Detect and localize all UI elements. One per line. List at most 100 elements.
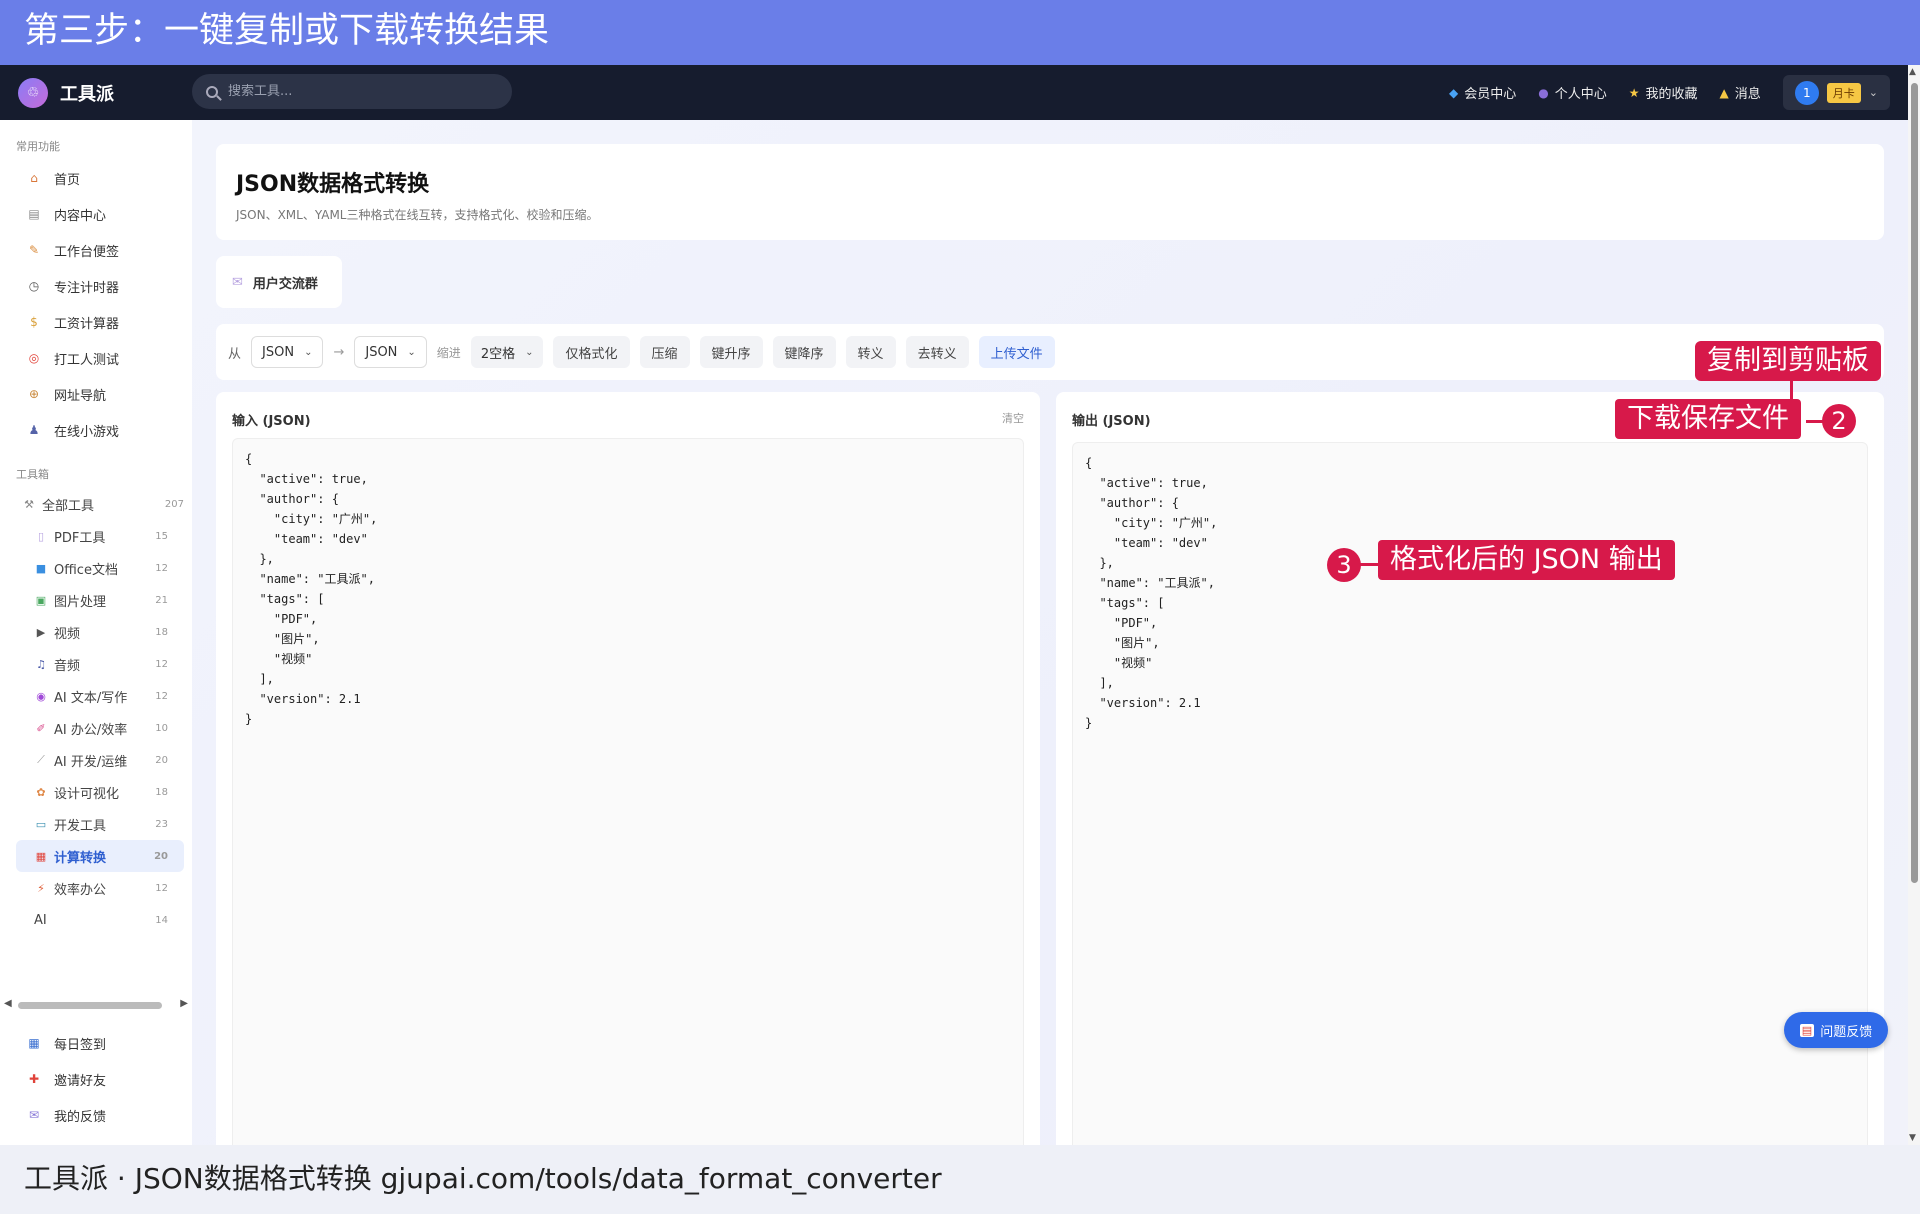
unescape-button[interactable]: 去转义 bbox=[905, 336, 969, 368]
sidebar-horizontal-scrollbar[interactable]: ◀ ▶ bbox=[4, 998, 188, 1012]
scroll-up-arrow-icon[interactable]: ▲ bbox=[1909, 67, 1916, 77]
to-format-select[interactable]: JSON ⌄ bbox=[354, 336, 427, 368]
avatar: 1 bbox=[1794, 80, 1819, 105]
vip-badge: 月卡 bbox=[1826, 82, 1861, 103]
sidebar-item-content[interactable]: ▤ 内容中心 bbox=[0, 196, 192, 232]
sidebar-item-all-tools[interactable]: ⚒ 全部工具 207 bbox=[0, 488, 192, 520]
sidebar-item-test[interactable]: ◎ 打工人测试 bbox=[0, 340, 192, 376]
chevron-down-icon: ⌄ bbox=[407, 346, 416, 358]
sidebar-item-ai-office[interactable]: ✐ AI 办公/效率 10 bbox=[0, 712, 192, 744]
search-box[interactable] bbox=[192, 74, 512, 109]
diamond-icon: ◆ bbox=[1449, 85, 1459, 100]
document-icon: ■ bbox=[35, 561, 47, 575]
scroll-right-arrow-icon[interactable]: ▶ bbox=[180, 998, 188, 1009]
sidebar-item-label: 首页 bbox=[54, 172, 81, 188]
sidebar-item-label: 内容中心 bbox=[54, 208, 107, 224]
tool-count: 18 bbox=[155, 626, 168, 638]
callout-number-3: 3 bbox=[1327, 548, 1361, 582]
upload-file-button[interactable]: 上传文件 bbox=[978, 336, 1055, 368]
gift-icon: ✚ bbox=[28, 1072, 40, 1086]
sidebar-item-timer[interactable]: ◷ 专注计时器 bbox=[0, 268, 192, 304]
user-group-button[interactable]: ✉ 用户交流群 bbox=[216, 256, 342, 308]
sidebar-item-label: 在线小游戏 bbox=[54, 424, 120, 440]
sidebar-item-video[interactable]: ▶ 视频 18 bbox=[0, 616, 192, 648]
sidebar-item-label: 专注计时器 bbox=[54, 280, 120, 296]
memo-icon: ▤ bbox=[1799, 1023, 1815, 1037]
speech-bubble-icon: ✉ bbox=[232, 274, 243, 290]
tool-count: 15 bbox=[155, 530, 168, 542]
search-input[interactable] bbox=[228, 84, 468, 99]
compress-button[interactable]: 压缩 bbox=[639, 336, 690, 368]
sidebar-item-pdf[interactable]: ▯ PDF工具 15 bbox=[0, 520, 192, 552]
robot-icon: ◉ bbox=[36, 689, 46, 703]
sidebar-item-audio[interactable]: ♫ 音频 12 bbox=[0, 648, 192, 680]
user-menu[interactable]: 1 月卡 ⌄ bbox=[1782, 75, 1890, 110]
format-only-button[interactable]: 仅格式化 bbox=[553, 336, 630, 368]
sidebar-item-checkin[interactable]: ▦ 每日签到 bbox=[0, 1025, 192, 1061]
indent-select[interactable]: 2空格 ⌄ bbox=[470, 336, 544, 368]
sidebar-item-salary[interactable]: $ 工资计算器 bbox=[0, 304, 192, 340]
sidebar-item-design[interactable]: ✿ 设计可视化 18 bbox=[0, 776, 192, 808]
tools-icon: ⚒ bbox=[24, 497, 34, 511]
sidebar: 常用功能 ⌂ 首页 ▤ 内容中心 ✎ 工作台便签 ◷ 专注计时器 $ 工资计算器 ◎ 打工人… bbox=[0, 120, 192, 1145]
scrollbar-thumb[interactable] bbox=[1911, 83, 1918, 883]
sidebar-group-common: 常用功能 bbox=[16, 140, 60, 153]
app-logo[interactable]: ♲ 工具派 bbox=[18, 77, 114, 108]
scrollbar-thumb[interactable] bbox=[18, 1002, 162, 1009]
chevron-down-icon: ⌄ bbox=[304, 346, 313, 358]
feedback-label: 问题反馈 bbox=[1820, 1024, 1873, 1040]
nav-favorites[interactable]: ★ 我的收藏 bbox=[1629, 83, 1698, 103]
nav-messages[interactable]: ▲ 消息 bbox=[1720, 83, 1761, 103]
sidebar-item-office[interactable]: ■ Office文档 12 bbox=[0, 552, 192, 584]
callout-download: 下载保存文件 bbox=[1615, 399, 1801, 440]
page-vertical-scrollbar[interactable]: ▲ ▼ bbox=[1908, 65, 1920, 1145]
indent-label: 缩进 bbox=[436, 345, 461, 360]
sidebar-item-ai[interactable]: AI 14 bbox=[0, 904, 192, 936]
gamepad-icon: ♟ bbox=[28, 423, 40, 437]
main-content: JSON数据格式转换 JSON、XML、YAML三种格式在线互转，支持格式化、校… bbox=[192, 120, 1910, 1145]
nav-favorites-label: 我的收藏 bbox=[1645, 87, 1698, 102]
sidebar-item-feedback[interactable]: ✉ 我的反馈 bbox=[0, 1097, 192, 1133]
from-format-select[interactable]: JSON ⌄ bbox=[251, 336, 324, 368]
sidebar-item-ai-dev[interactable]: ⟋ AI 开发/运维 20 bbox=[0, 744, 192, 776]
sidebar-item-ai-writing[interactable]: ◉ AI 文本/写作 12 bbox=[0, 680, 192, 712]
sidebar-item-home[interactable]: ⌂ 首页 bbox=[0, 160, 192, 196]
sidebar-item-games[interactable]: ♟ 在线小游戏 bbox=[0, 412, 192, 448]
tool-count: 12 bbox=[155, 562, 168, 574]
sidebar-item-invite[interactable]: ✚ 邀请好友 bbox=[0, 1061, 192, 1097]
scroll-down-arrow-icon[interactable]: ▼ bbox=[1909, 1133, 1916, 1143]
nav-profile-label: 个人中心 bbox=[1554, 87, 1607, 102]
sidebar-item-nav[interactable]: ⊕ 网址导航 bbox=[0, 376, 192, 412]
nav-messages-label: 消息 bbox=[1734, 87, 1761, 102]
callout-number-2: 2 bbox=[1822, 404, 1856, 438]
sidebar-item-label: 开发工具 bbox=[54, 818, 107, 834]
pen-icon: ✐ bbox=[36, 721, 46, 735]
sidebar-item-image[interactable]: ▣ 图片处理 21 bbox=[0, 584, 192, 616]
tool-count: 18 bbox=[155, 786, 168, 798]
indent-value: 2空格 bbox=[480, 346, 516, 362]
sidebar-item-label: AI 办公/效率 bbox=[54, 722, 128, 738]
nav-membership[interactable]: ◆ 会员中心 bbox=[1449, 83, 1516, 103]
news-icon: ▤ bbox=[28, 207, 40, 221]
compass-icon: ⊕ bbox=[28, 387, 40, 401]
feedback-button[interactable]: ▤ 问题反馈 bbox=[1784, 1012, 1888, 1048]
tool-count: 207 bbox=[164, 498, 184, 510]
clear-button[interactable]: 清空 bbox=[1002, 410, 1024, 426]
sidebar-item-efficiency[interactable]: ⚡ 效率办公 12 bbox=[0, 872, 192, 904]
nav-profile[interactable]: ● 个人中心 bbox=[1538, 83, 1607, 103]
sidebar-item-calc-convert[interactable]: ▦ 计算转换 20 bbox=[16, 840, 184, 872]
search-icon bbox=[206, 85, 218, 98]
sidebar-item-devtools[interactable]: ▭ 开发工具 23 bbox=[0, 808, 192, 840]
scroll-left-arrow-icon[interactable]: ◀ bbox=[4, 998, 12, 1009]
sort-keys-asc-button[interactable]: 键升序 bbox=[699, 336, 763, 368]
escape-button[interactable]: 转义 bbox=[845, 336, 896, 368]
input-editor[interactable]: { "active": true, "author": { "city": "广… bbox=[232, 438, 1024, 1145]
tool-count: 12 bbox=[155, 882, 168, 894]
money-bag-icon: $ bbox=[30, 315, 38, 329]
sort-keys-desc-button[interactable]: 键降序 bbox=[772, 336, 836, 368]
sidebar-item-notes[interactable]: ✎ 工作台便签 bbox=[0, 232, 192, 268]
sidebar-item-label: 图片处理 bbox=[54, 594, 107, 610]
input-panel: 输入 (JSON) 清空 { "active": true, "author":… bbox=[216, 392, 1040, 1145]
tool-count: 20 bbox=[155, 754, 168, 766]
speech-bubble-icon: ✉ bbox=[28, 1108, 40, 1122]
